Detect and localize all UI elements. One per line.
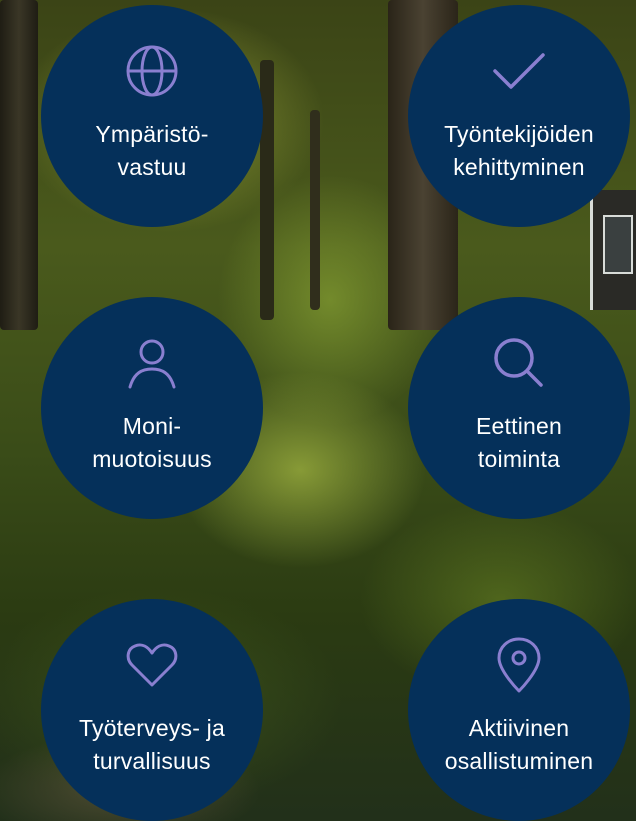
house-wall bbox=[590, 190, 636, 310]
value-card-label: Työntekijöiden kehittyminen bbox=[408, 118, 630, 184]
value-card-active-participation[interactable]: Aktiivinen osallistuminen bbox=[408, 599, 630, 821]
checkmark-icon bbox=[491, 43, 547, 99]
value-card-ethical-conduct[interactable]: Eettinen toiminta bbox=[408, 297, 630, 519]
label-line: vastuu bbox=[117, 154, 187, 180]
person-icon bbox=[124, 335, 180, 391]
value-card-employee-development[interactable]: Työntekijöiden kehittyminen bbox=[408, 5, 630, 227]
tree-trunk bbox=[310, 110, 320, 310]
heart-icon bbox=[124, 637, 180, 693]
label-line: osallistuminen bbox=[444, 748, 594, 774]
value-card-label: Eettinen toiminta bbox=[408, 410, 630, 476]
label-line: Moni- bbox=[122, 413, 182, 439]
search-icon bbox=[491, 335, 547, 391]
label-line: toiminta bbox=[477, 446, 561, 472]
globe-icon bbox=[124, 43, 180, 99]
value-card-label: Työterveys- ja turvallisuus bbox=[41, 712, 263, 778]
value-card-label: Moni- muotoisuus bbox=[41, 410, 263, 476]
tree-trunk bbox=[260, 60, 274, 320]
value-card-environment[interactable]: Ympäristö- vastuu bbox=[41, 5, 263, 227]
label-line: Työterveys- ja bbox=[79, 715, 225, 741]
label-line: kehittyminen bbox=[453, 154, 585, 180]
label-line: Ympäristö- bbox=[95, 121, 209, 147]
location-pin-icon bbox=[491, 637, 547, 693]
label-line: turvallisuus bbox=[93, 748, 211, 774]
value-card-health-safety[interactable]: Työterveys- ja turvallisuus bbox=[41, 599, 263, 821]
label-line: Eettinen bbox=[476, 413, 562, 439]
label-line: muotoisuus bbox=[92, 446, 212, 472]
tree-trunk bbox=[0, 0, 38, 330]
value-card-diversity[interactable]: Moni- muotoisuus bbox=[41, 297, 263, 519]
label-line: Työntekijöiden bbox=[444, 121, 594, 147]
label-line: Aktiivinen bbox=[468, 715, 570, 741]
value-card-label: Ympäristö- vastuu bbox=[41, 118, 263, 184]
value-card-label: Aktiivinen osallistuminen bbox=[408, 712, 630, 778]
house-window bbox=[603, 215, 633, 274]
